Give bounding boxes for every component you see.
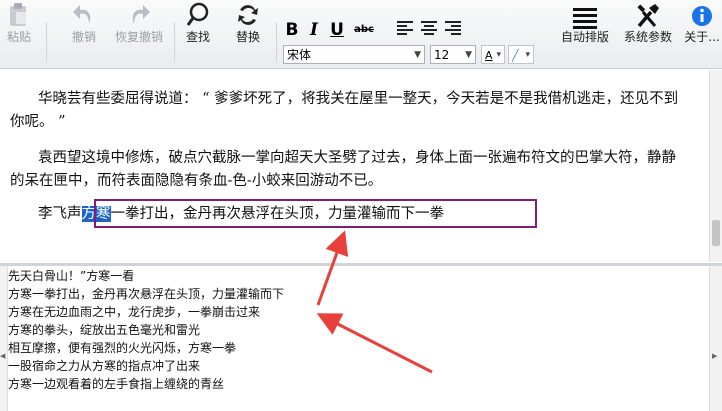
editor-paragraph: 袁西望这境中修炼，破点穴截脉一掌向超天大圣劈了过去，身体上面一张遍布符文的巴掌大… bbox=[10, 150, 676, 189]
auto-layout-button[interactable]: 自动排版 bbox=[556, 0, 614, 66]
magnifier-icon bbox=[185, 0, 211, 30]
suggestion-list[interactable]: 先天白骨山！”方寒一看 方寒一拳打出，金丹再次悬浮在头顶，力量灌输而下 方寒在无… bbox=[8, 267, 708, 411]
align-center-icon bbox=[421, 21, 437, 35]
toolbar: 粘贴 撤销 恢复撤销 查找 替换 B I U abc 宋体 ▼ 12 ▼ A ▾… bbox=[0, 0, 722, 69]
paste-button[interactable]: 粘贴 bbox=[2, 0, 36, 66]
list-item[interactable]: 先天白骨山！”方寒一看 bbox=[8, 267, 708, 285]
align-right-button[interactable] bbox=[444, 20, 462, 40]
hamburger-lines-icon bbox=[572, 0, 598, 30]
font-size-value: 12 bbox=[434, 48, 450, 62]
align-right-icon bbox=[445, 21, 461, 35]
auto-layout-label: 自动排版 bbox=[560, 30, 609, 44]
list-item[interactable]: 方寒的拳头，绽放出五色毫光和雷光 bbox=[8, 321, 708, 339]
font-color-icon: A bbox=[485, 49, 493, 62]
list-item[interactable]: 方寒一拳打出，金丹再次悬浮在头顶，力量灌输而下 bbox=[8, 285, 708, 303]
align-left-icon bbox=[397, 21, 413, 35]
annotation-box bbox=[94, 199, 537, 228]
chevron-right-icon: ▶ bbox=[712, 352, 718, 360]
replace-button[interactable]: 替换 bbox=[230, 0, 266, 66]
redo-button[interactable]: 恢复撤销 bbox=[110, 0, 168, 66]
font-color-button[interactable]: A ▾ bbox=[481, 45, 505, 64]
replace-icon bbox=[235, 0, 261, 30]
font-name-value: 宋体 bbox=[287, 48, 312, 62]
highlighter-icon: ╱ bbox=[512, 49, 519, 62]
system-params-label: 系统参数 bbox=[623, 30, 672, 44]
toolbar-separator bbox=[46, 22, 47, 62]
list-item[interactable]: 相互摩擦，便有强烈的火光闪烁，方寒一拳 bbox=[8, 339, 708, 357]
undo-button[interactable]: 撤销 bbox=[64, 0, 104, 66]
italic-button[interactable]: I bbox=[305, 20, 323, 40]
about-button[interactable]: 关于... bbox=[682, 0, 722, 66]
chevron-down-icon: ▼ bbox=[414, 50, 421, 60]
editor-scroll-thumb[interactable] bbox=[712, 220, 720, 246]
redo-icon bbox=[126, 0, 152, 30]
editor-scrollbar[interactable] bbox=[709, 70, 722, 262]
highlight-color-button[interactable]: ╱ ▾ bbox=[508, 45, 534, 64]
align-center-button[interactable] bbox=[420, 20, 438, 40]
chevron-down-icon: ▼ bbox=[465, 50, 472, 60]
toolbar-separator bbox=[174, 22, 175, 62]
text-editor[interactable]: 华晓芸有些委屈得说道： “ 爹爹坏死了，将我关在屋里一整天，今天若是不是我借机逃… bbox=[2, 70, 709, 262]
font-name-select[interactable]: 宋体 ▼ bbox=[283, 45, 425, 64]
list-item[interactable]: 方寒一边观看着的左手食指上缠绕的青丝 bbox=[8, 375, 708, 393]
strikethrough-button[interactable]: abc bbox=[352, 20, 376, 40]
chevron-down-icon: ▾ bbox=[525, 50, 530, 60]
find-label: 查找 bbox=[185, 30, 210, 44]
font-size-select[interactable]: 12 ▼ bbox=[430, 45, 476, 64]
tools-icon bbox=[635, 0, 661, 30]
toolbar-separator bbox=[276, 22, 277, 62]
undo-label: 撤销 bbox=[71, 30, 96, 44]
replace-label: 替换 bbox=[235, 30, 260, 44]
list-item[interactable]: 方寒在无边血雨之中，龙行虎步，一拳崩击过来 bbox=[8, 303, 708, 321]
chevron-down-icon: ▾ bbox=[496, 50, 501, 60]
redo-label: 恢复撤销 bbox=[114, 30, 163, 44]
undo-icon bbox=[71, 0, 97, 30]
list-scrollbar[interactable]: ▶ bbox=[709, 266, 722, 411]
info-icon bbox=[689, 0, 715, 30]
system-params-button[interactable]: 系统参数 bbox=[619, 0, 677, 66]
editor-paragraph: 华晓芸有些委屈得说道： “ 爹爹坏死了，将我关在屋里一整天，今天若是不是我借机逃… bbox=[10, 91, 679, 130]
clipboard-icon bbox=[6, 0, 32, 30]
chevron-left-icon: ◀ bbox=[0, 352, 6, 360]
find-button[interactable]: 查找 bbox=[180, 0, 216, 66]
bold-button[interactable]: B bbox=[283, 20, 301, 40]
underline-button[interactable]: U bbox=[328, 20, 346, 40]
list-item[interactable]: 一股宿命之力从方寒的指点冲了出来 bbox=[8, 357, 708, 375]
align-left-button[interactable] bbox=[396, 20, 414, 40]
about-label: 关于... bbox=[684, 30, 720, 44]
line-prefix: 李飞声 bbox=[38, 206, 82, 222]
pane-divider[interactable] bbox=[0, 263, 722, 266]
list-left-scroll[interactable]: ◀ bbox=[0, 266, 8, 411]
paste-label: 粘贴 bbox=[6, 30, 31, 44]
